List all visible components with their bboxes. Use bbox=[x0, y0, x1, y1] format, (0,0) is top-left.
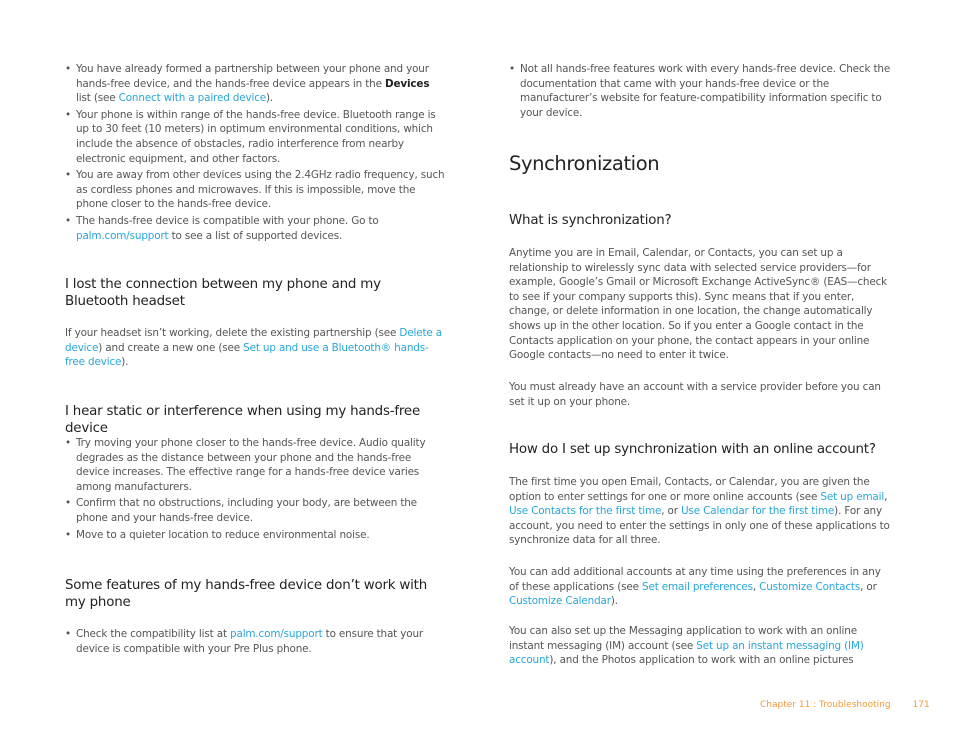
cross-reference-link[interactable]: Use Contacts for the first time bbox=[509, 505, 661, 517]
list-item: Try moving your phone closer to the hand… bbox=[65, 436, 447, 494]
text-run: , bbox=[884, 490, 888, 503]
text-run: The first time you open Email, Contacts,… bbox=[509, 476, 870, 503]
list-item: The hands-free device is compatible with… bbox=[65, 214, 447, 243]
section-title: Synchronization bbox=[509, 152, 660, 175]
cross-reference-link[interactable]: palm.com/support bbox=[230, 628, 323, 640]
text-run: ). bbox=[610, 595, 618, 608]
page-number: 171 bbox=[912, 700, 930, 710]
requirements-list: You have already formed a partnership be… bbox=[65, 62, 447, 245]
how-to-sync-paragraph-2: You can add additional accounts at any t… bbox=[509, 565, 891, 609]
cross-reference-link[interactable]: Use Calendar for the first time bbox=[681, 505, 834, 517]
features-heading: Some features of my hands-free device do… bbox=[65, 578, 427, 610]
text-run: You must already have an account with a … bbox=[509, 381, 881, 408]
text-run: ), and the Photos application to work wi… bbox=[549, 654, 854, 667]
how-to-sync-heading: How do I set up synchronization with an … bbox=[509, 442, 876, 457]
page-footer: Chapter 11 : Troubleshooting 171 bbox=[760, 700, 930, 710]
list-item: Your phone is within range of the hands-… bbox=[65, 108, 447, 166]
lost-connection-heading: I lost the connection between my phone a… bbox=[65, 277, 381, 309]
text-run: Anytime you are in Email, Calendar, or C… bbox=[509, 247, 888, 362]
list-item: You have already formed a partnership be… bbox=[65, 62, 447, 106]
lost-connection-paragraph: If your headset isn’t working, delete th… bbox=[65, 326, 447, 370]
text-run: You are away from other devices using th… bbox=[76, 169, 445, 211]
text-run: list (see bbox=[76, 92, 119, 105]
text-run: ). bbox=[121, 356, 129, 369]
text-run: , or bbox=[661, 505, 682, 518]
cross-reference-link[interactable]: Set up email bbox=[820, 491, 884, 503]
how-to-sync-paragraph-3: You can also set up the Messaging applic… bbox=[509, 624, 891, 668]
list-item: Not all hands-free features work with ev… bbox=[509, 62, 891, 120]
text-run: Try moving your phone closer to the hand… bbox=[76, 437, 426, 493]
list-item: Check the compatibility list at palm.com… bbox=[65, 627, 447, 656]
cross-reference-link[interactable]: palm.com/support bbox=[76, 230, 169, 242]
text-run: Move to a quieter location to reduce env… bbox=[76, 528, 370, 541]
text-run: ) and create a new one (see bbox=[98, 341, 244, 354]
text-run: Check the compatibility list at bbox=[76, 628, 231, 640]
chapter-label: Chapter 11 : Troubleshooting bbox=[760, 700, 891, 710]
text-run: The hands-free device is compatible with… bbox=[76, 214, 379, 227]
list-item: Confirm that no obstructions, including … bbox=[65, 496, 447, 525]
text-run: to see a list of supported devices. bbox=[168, 229, 343, 242]
text-run: ). bbox=[266, 92, 274, 105]
text-run: Not all hands-free features work with ev… bbox=[520, 63, 891, 119]
cross-reference-link[interactable]: Set email preferences bbox=[642, 581, 753, 593]
text-run: If your headset isn’t working, delete th… bbox=[65, 327, 400, 339]
cross-reference-link[interactable]: Connect with a paired device bbox=[119, 92, 267, 104]
cross-reference-link[interactable]: Customize Contacts bbox=[759, 581, 860, 593]
text-run: Confirm that no obstructions, including … bbox=[76, 497, 417, 524]
features-continued-list: Not all hands-free features work with ev… bbox=[509, 62, 891, 122]
list-item: Move to a quieter location to reduce env… bbox=[65, 528, 447, 543]
cross-reference-link[interactable]: Customize Calendar bbox=[509, 595, 611, 607]
how-to-sync-paragraph-1: The first time you open Email, Contacts,… bbox=[509, 475, 891, 548]
text-run: , or bbox=[860, 580, 877, 593]
what-is-sync-heading: What is synchronization? bbox=[509, 213, 672, 228]
text-run: You have already formed a partnership be… bbox=[76, 63, 429, 90]
ui-term: Devices bbox=[385, 77, 430, 90]
what-is-sync-paragraph-2: You must already have an account with a … bbox=[509, 380, 891, 409]
text-run: Your phone is within range of the hands-… bbox=[76, 108, 436, 165]
static-heading: I hear static or interference when using… bbox=[65, 404, 420, 436]
static-tips-list: Try moving your phone closer to the hand… bbox=[65, 436, 447, 544]
list-item: You are away from other devices using th… bbox=[65, 168, 447, 212]
features-tips-list: Check the compatibility list at palm.com… bbox=[65, 627, 447, 658]
what-is-sync-paragraph-1: Anytime you are in Email, Calendar, or C… bbox=[509, 246, 891, 363]
